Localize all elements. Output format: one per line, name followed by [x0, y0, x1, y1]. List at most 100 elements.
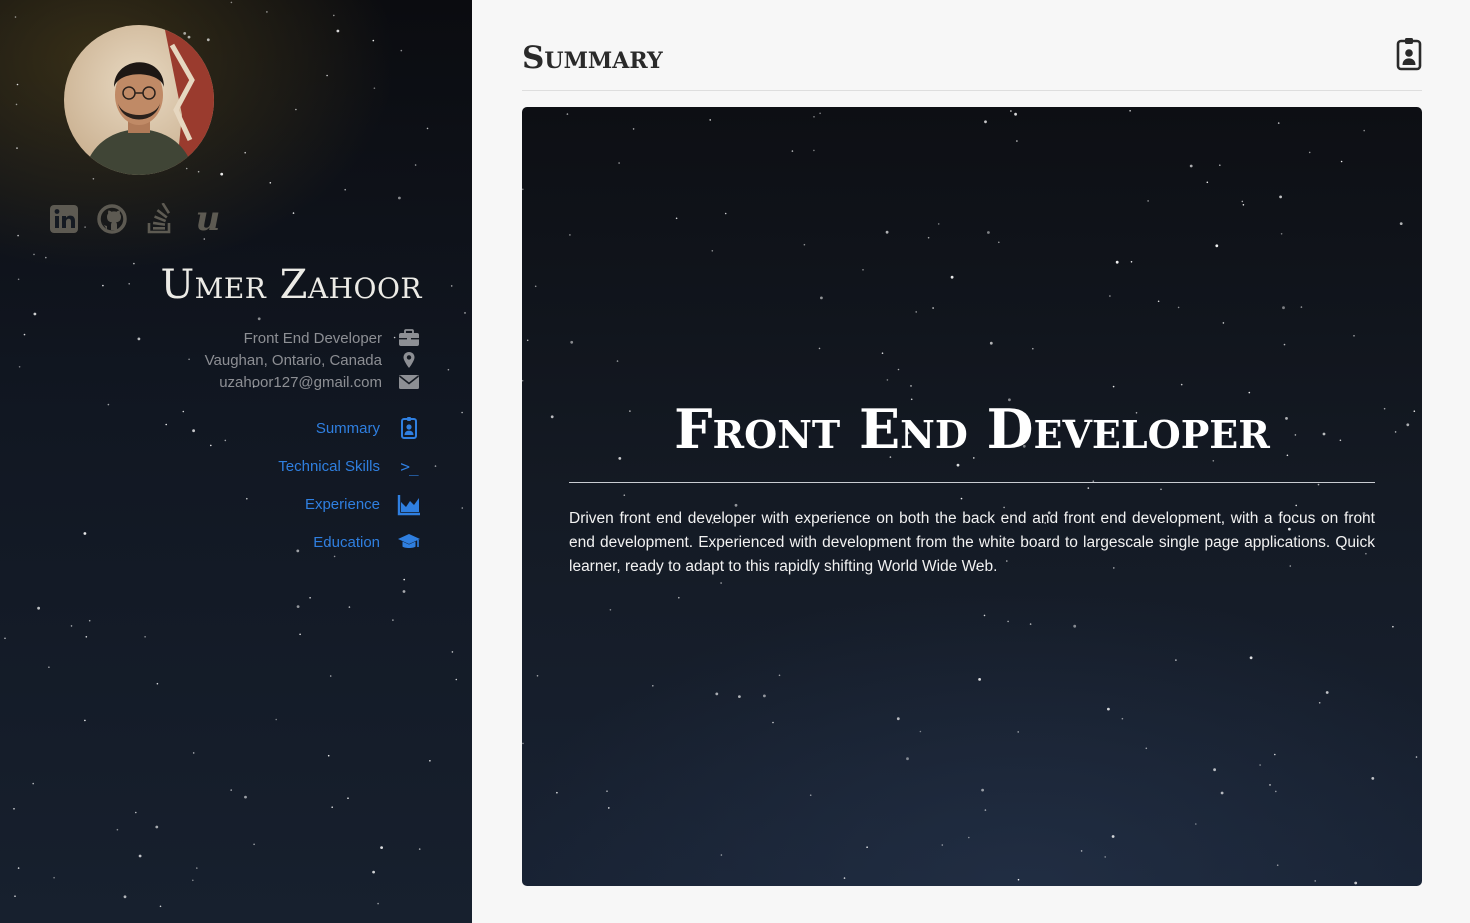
star — [1109, 295, 1111, 297]
star — [461, 411, 463, 414]
star — [803, 243, 806, 246]
star — [92, 178, 95, 180]
star — [652, 685, 654, 687]
star — [403, 578, 406, 581]
nav-item-label: Education — [313, 533, 380, 551]
star — [398, 196, 401, 200]
star — [102, 284, 104, 287]
star — [1371, 777, 1375, 780]
star — [1274, 753, 1276, 756]
star — [608, 807, 610, 809]
star — [1314, 880, 1316, 882]
star — [1115, 260, 1119, 264]
linkedin-icon[interactable] — [48, 203, 80, 235]
star — [380, 846, 383, 849]
nav-item-education[interactable]: Education — [278, 528, 422, 556]
main-header: Summary — [522, 37, 1422, 91]
star — [402, 590, 406, 593]
star — [896, 717, 900, 721]
star — [275, 718, 278, 721]
star — [981, 788, 984, 792]
star — [45, 256, 47, 259]
star — [616, 360, 619, 362]
star — [84, 719, 86, 722]
contact-badge-icon — [1396, 37, 1422, 71]
star — [426, 127, 429, 130]
star — [16, 147, 18, 149]
map-marker-icon — [398, 349, 420, 371]
star — [1392, 625, 1394, 628]
star — [724, 212, 727, 215]
nav-item-experience[interactable]: Experience — [278, 490, 422, 518]
star — [1399, 222, 1403, 225]
star — [989, 341, 993, 345]
nav-item-summary[interactable]: Summary — [278, 414, 422, 442]
star — [556, 791, 558, 794]
star — [1308, 151, 1311, 154]
star — [1007, 620, 1009, 623]
star — [347, 797, 349, 799]
star — [1195, 823, 1197, 825]
location-text: Vaughan, Ontario, Canada — [204, 351, 382, 369]
star — [392, 619, 394, 621]
star — [1300, 306, 1303, 308]
star — [33, 312, 37, 316]
star — [866, 846, 868, 848]
star — [156, 682, 159, 685]
star — [17, 278, 20, 281]
star — [1279, 195, 1282, 199]
star — [331, 806, 334, 808]
star — [447, 368, 450, 371]
starfield-background — [522, 110, 1418, 885]
star — [818, 347, 821, 350]
star — [192, 429, 196, 433]
star — [348, 606, 351, 608]
star — [1157, 300, 1160, 303]
star — [1219, 164, 1221, 166]
star — [1104, 856, 1106, 858]
star — [906, 757, 909, 761]
upwork-icon[interactable]: u — [192, 202, 224, 236]
info-location: Vaughan, Ontario, Canada — [205, 349, 420, 371]
star — [881, 352, 884, 354]
star — [1295, 504, 1297, 507]
star — [17, 867, 20, 869]
github-icon[interactable] — [96, 203, 128, 235]
star — [1087, 487, 1090, 489]
star — [333, 14, 335, 17]
star — [1129, 110, 1131, 112]
star — [919, 730, 922, 733]
star — [1016, 140, 1018, 142]
star — [244, 795, 247, 799]
star — [885, 230, 889, 234]
star — [230, 1, 233, 4]
briefcase-icon — [398, 327, 420, 349]
star — [17, 234, 19, 237]
profile-info: Front End Developer Vaughan, Ontario, Ca… — [205, 327, 420, 393]
star — [18, 366, 21, 368]
star — [253, 843, 255, 846]
star — [1353, 335, 1355, 337]
star — [1340, 160, 1343, 163]
star — [678, 596, 680, 599]
star — [53, 876, 55, 879]
star — [292, 212, 295, 214]
star — [978, 678, 981, 681]
star — [1017, 878, 1020, 881]
star — [709, 119, 711, 121]
avatar — [64, 25, 214, 175]
info-email: uzahoor127@gmail.com — [205, 371, 420, 393]
star — [1080, 850, 1083, 852]
star — [809, 794, 812, 796]
star — [1283, 343, 1286, 346]
star — [244, 151, 246, 154]
stackoverflow-icon[interactable] — [144, 203, 176, 235]
page-title: Summary — [522, 40, 663, 76]
star — [137, 337, 141, 341]
star — [165, 423, 167, 426]
star — [1073, 624, 1077, 628]
nav-item-technical-skills[interactable]: Technical Skills >_ — [278, 452, 422, 480]
star — [418, 848, 421, 850]
star — [464, 312, 466, 314]
email-text: uzahoor127@gmail.com — [219, 373, 382, 391]
